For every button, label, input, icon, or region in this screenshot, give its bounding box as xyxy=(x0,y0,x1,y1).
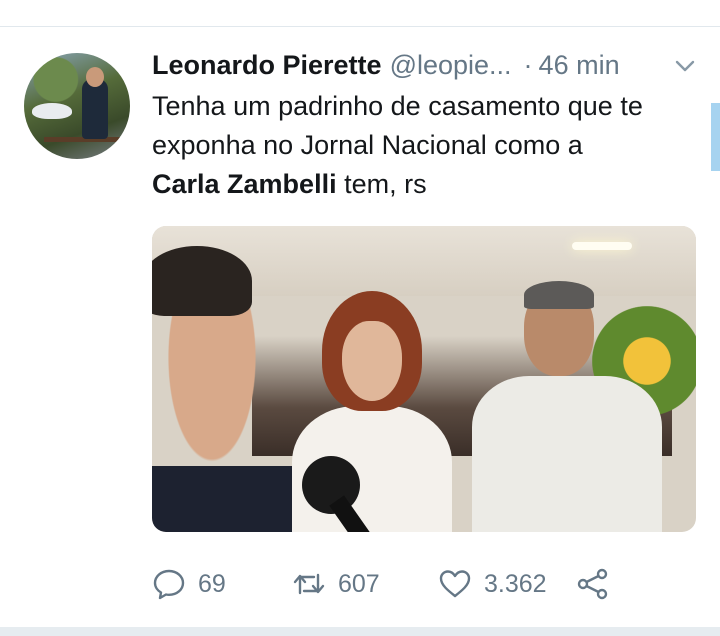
like-button[interactable]: 3.362 xyxy=(438,567,547,601)
avatar[interactable] xyxy=(24,53,130,159)
scroll-indicator[interactable] xyxy=(711,103,720,171)
tweet[interactable]: Leonardo Pierette @leopie... · 46 min Te… xyxy=(0,27,720,627)
tweet-text-tail: tem, rs xyxy=(336,169,427,199)
author-handle[interactable]: @leopie... xyxy=(390,50,512,81)
retweet-count: 607 xyxy=(338,569,380,598)
like-count: 3.362 xyxy=(484,569,547,598)
top-divider xyxy=(0,0,720,27)
timestamp[interactable]: 46 min xyxy=(539,50,620,81)
tweet-text-line: Carla Zambelli tem, rs xyxy=(152,165,712,204)
heart-icon xyxy=(439,570,471,598)
tweet-text-line: Tenha um padrinho de casamento que te xyxy=(152,91,643,121)
tweet-header: Leonardo Pierette @leopie... · 46 min xyxy=(152,47,620,83)
tweet-photo[interactable] xyxy=(152,226,696,532)
bottom-divider xyxy=(0,627,720,636)
reply-button[interactable]: 69 xyxy=(152,567,226,601)
retweet-button[interactable]: 607 xyxy=(292,567,380,601)
share-button[interactable] xyxy=(576,567,610,601)
tweet-text-line: exponha no Jornal Nacional como a xyxy=(152,130,583,160)
share-icon xyxy=(577,568,608,600)
retweet-icon xyxy=(293,573,325,595)
mention-name: Carla Zambelli xyxy=(152,169,337,199)
separator-dot: · xyxy=(523,49,533,80)
tweet-text: Tenha um padrinho de casamento que te ex… xyxy=(152,87,712,204)
chevron-down-icon[interactable] xyxy=(674,55,696,77)
reply-count: 69 xyxy=(198,569,226,598)
reply-icon xyxy=(153,569,185,600)
author-name[interactable]: Leonardo Pierette xyxy=(152,50,382,81)
